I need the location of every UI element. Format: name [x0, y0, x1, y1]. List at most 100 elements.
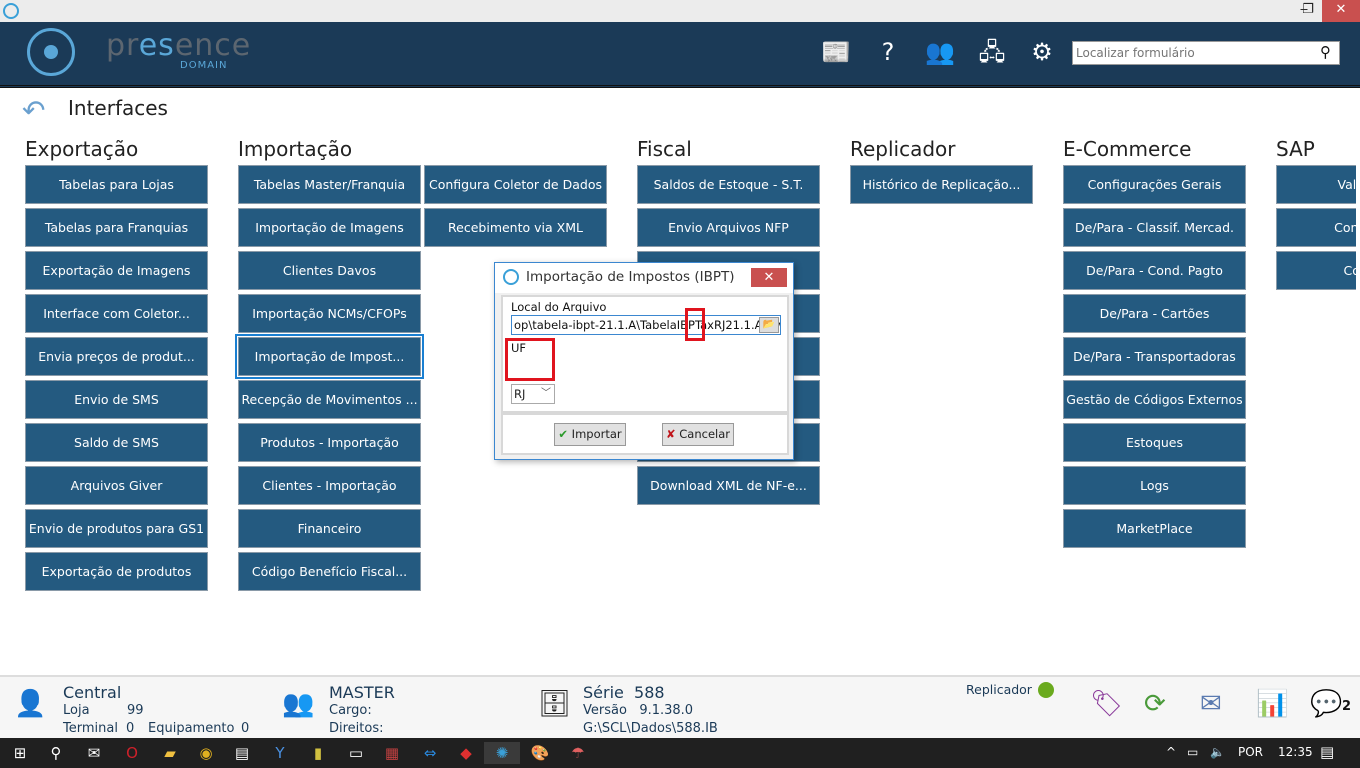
search-icon[interactable]: ⚲	[44, 742, 68, 764]
cargo-label: Cargo:	[329, 703, 372, 718]
interface-button[interactable]: Logs	[1063, 466, 1246, 505]
volume-icon[interactable]: 🔈	[1210, 745, 1225, 759]
close-button[interactable]: ✕	[1322, 0, 1360, 22]
app-icon[interactable]: ▮	[306, 742, 330, 764]
interface-button[interactable]: Envio Arquivos NFP	[637, 208, 820, 247]
dialog-close-button[interactable]: ✕	[751, 268, 787, 287]
interface-button[interactable]: De/Para - Classif. Mercad.	[1063, 208, 1246, 247]
interface-button[interactable]: Saldo de SMS	[25, 423, 208, 462]
terminal-label: Terminal	[63, 721, 118, 736]
loja-label: Loja	[63, 703, 90, 718]
app-icon[interactable]: ☂	[566, 742, 590, 764]
import-taxes-dialog: Importação de Impostos (IBPT) ✕ Local do…	[494, 262, 794, 460]
anydesk-icon[interactable]: ◆	[454, 742, 478, 764]
interface-button[interactable]: Clientes Davos	[238, 251, 421, 290]
interface-button[interactable]: Validação	[1276, 165, 1356, 204]
interface-button[interactable]: Estoques	[1063, 423, 1246, 462]
search-icon[interactable]: ⚲	[1320, 43, 1331, 61]
version: Versão 9.1.38.0	[583, 703, 694, 718]
equipment-value: 0	[241, 721, 250, 736]
x-icon: ✘	[665, 427, 676, 441]
interface-button[interactable]: Envio de SMS	[25, 380, 208, 419]
dialog-title: Importação de Impostos (IBPT)	[526, 269, 735, 285]
highlight-box	[505, 338, 555, 381]
check-icon: ✔	[558, 427, 569, 441]
network-icon[interactable]: ▭	[1187, 745, 1198, 759]
app-icon[interactable]: ▤	[230, 742, 254, 764]
notepad-icon[interactable]: ▭	[344, 742, 368, 764]
interface-button[interactable]: Download XML de NF-e...	[637, 466, 820, 505]
network-icon[interactable]: 🖧	[974, 34, 1010, 70]
file-path-input[interactable]: op\tabela-ibpt-21.1.A\TabelaIBPTaxRJ21.1…	[511, 315, 781, 335]
presence-app-icon[interactable]: ✺	[484, 742, 520, 764]
teamviewer-icon[interactable]: ⇔	[418, 742, 442, 764]
file-label: Local do Arquivo	[511, 300, 607, 314]
uf-select[interactable]: RJ ﹀	[511, 384, 555, 404]
folder-icon[interactable]: ▰	[158, 742, 182, 764]
windows-start-icon[interactable]: ⊞	[8, 742, 32, 764]
interface-button[interactable]: Importação de Impost...	[235, 334, 424, 379]
cancel-button[interactable]: ✘ Cancelar	[662, 423, 734, 446]
interface-button[interactable]: Envio de produtos para GS1	[25, 509, 208, 548]
interface-button[interactable]: Financeiro	[238, 509, 421, 548]
interface-button[interactable]: Tabelas Master/Franquia	[238, 165, 421, 204]
opera-icon[interactable]: O	[120, 742, 144, 764]
restore-icon[interactable]: ❐	[1290, 0, 1326, 22]
interface-button[interactable]: Configu	[1276, 251, 1356, 290]
search-input[interactable]	[1073, 42, 1303, 64]
interface-button[interactable]: Gestão de Códigos Externos	[1063, 380, 1246, 419]
app-icon[interactable]: Y	[268, 742, 292, 764]
interface-button[interactable]: Recepção de Movimentos ...	[238, 380, 421, 419]
interface-button[interactable]: Tabelas para Franquias	[25, 208, 208, 247]
interface-button[interactable]: Importação NCMs/CFOPs	[238, 294, 421, 333]
interface-button[interactable]: Exportação de produtos	[25, 552, 208, 591]
notification-icon[interactable]: 💬	[1310, 689, 1342, 719]
interface-button[interactable]: Envia preços de produt...	[25, 337, 208, 376]
import-button[interactable]: ✔ Importar	[554, 423, 626, 446]
chart-icon[interactable]: 📊	[1256, 689, 1288, 719]
paint-icon[interactable]: 🎨	[528, 742, 552, 764]
mail-form-icon[interactable]: ✉	[1200, 689, 1222, 719]
interface-button[interactable]: De/Para - Cond. Pagto	[1063, 251, 1246, 290]
help-chat-icon[interactable]: ?	[870, 34, 906, 70]
interface-button[interactable]: Clientes - Importação	[238, 466, 421, 505]
interface-button[interactable]: Saldos de Estoque - S.T.	[637, 165, 820, 204]
mail-icon[interactable]: ✉	[82, 742, 106, 764]
settings-icon[interactable]: ⚙	[1024, 34, 1060, 70]
equipment-label: Equipamento	[148, 721, 235, 736]
db-path: G:\SCL\Dados\588.IB	[583, 721, 718, 736]
back-arrow-icon[interactable]: ↶	[22, 94, 45, 127]
replicador-status-icon	[1038, 682, 1054, 698]
interface-button[interactable]: De/Para - Cartões	[1063, 294, 1246, 333]
interface-button[interactable]: Produtos - Importação	[238, 423, 421, 462]
tag-icon[interactable]: 🏷	[1090, 689, 1123, 719]
users-hand-icon[interactable]: 👥	[922, 34, 958, 70]
column-title: Importação	[238, 137, 353, 161]
logo: presence	[106, 28, 252, 63]
chrome-icon[interactable]: ◉	[194, 742, 218, 764]
notification-count: 2	[1342, 699, 1352, 714]
interface-button[interactable]: Recebimento via XML	[424, 208, 607, 247]
interface-button[interactable]: MarketPlace	[1063, 509, 1246, 548]
interface-button[interactable]: Código Benefício Fiscal...	[238, 552, 421, 591]
browse-folder-button[interactable]: 📂	[759, 317, 779, 333]
news-icon[interactable]: 📰	[818, 34, 854, 70]
language-indicator[interactable]: POR	[1238, 745, 1263, 759]
interface-button[interactable]: Configurações Gerais	[1063, 165, 1246, 204]
interface-button[interactable]: Consulta d	[1276, 208, 1356, 247]
action-center-icon[interactable]: ▤	[1320, 743, 1334, 761]
search-box[interactable]: ⚲	[1072, 41, 1340, 65]
chevron-down-icon: ﹀	[541, 388, 551, 399]
interface-button[interactable]: Arquivos Giver	[25, 466, 208, 505]
winrar-icon[interactable]: ▦	[380, 742, 404, 764]
interface-button[interactable]: Histórico de Replicação...	[850, 165, 1033, 204]
interface-button[interactable]: Configura Coletor de Dados	[424, 165, 607, 204]
sync-icon[interactable]: ⟳	[1144, 689, 1166, 719]
interface-button[interactable]: Exportação de Imagens	[25, 251, 208, 290]
clock[interactable]: 12:35	[1278, 745, 1313, 759]
interface-button[interactable]: De/Para - Transportadoras	[1063, 337, 1246, 376]
tray-chevron-icon[interactable]: ^	[1166, 745, 1176, 759]
interface-button[interactable]: Tabelas para Lojas	[25, 165, 208, 204]
interface-button[interactable]: Importação de Imagens	[238, 208, 421, 247]
interface-button[interactable]: Interface com Coletor...	[25, 294, 208, 333]
